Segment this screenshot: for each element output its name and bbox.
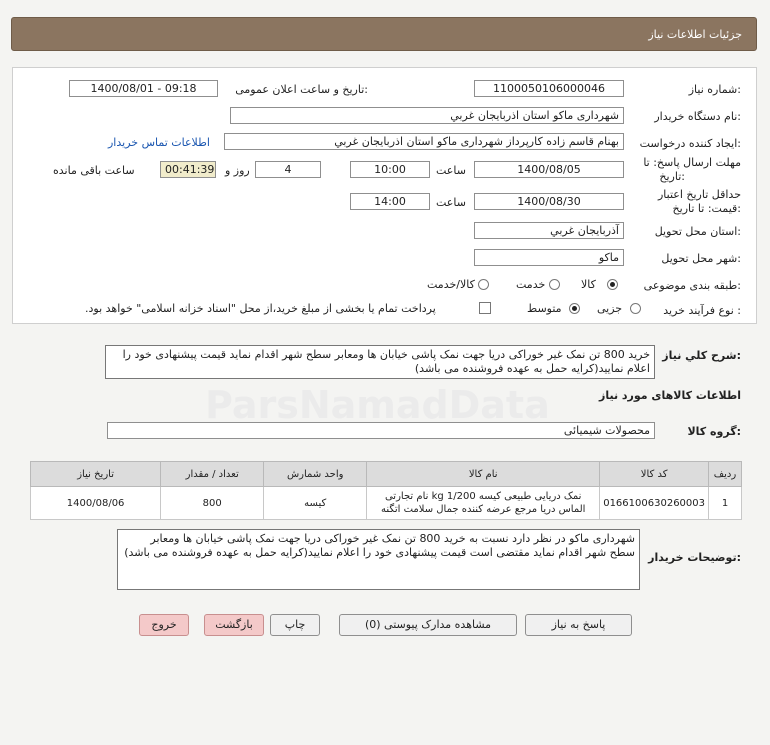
items-table: ردیف کد کالا نام کالا واحد شمارش تعداد /…	[29, 461, 742, 520]
validity-date-field: 1400/08/30	[474, 193, 624, 210]
goods-info-title: اطلاعات کالاهای مورد نیاز	[599, 389, 741, 402]
validity-label-line2: قیمت: تا تاریخ:	[672, 202, 741, 215]
validity-label-line1: حداقل تاریخ اعتبار	[657, 188, 741, 201]
col-date: تاریخ نیاز	[29, 461, 162, 487]
buyer-contact-link[interactable]: اطلاعات تماس خریدار	[108, 136, 210, 149]
category-option-goods-service: کالا/خدمت	[427, 278, 475, 291]
items-table-header: ردیف کد کالا نام کالا واحد شمارش تعداد /…	[29, 461, 742, 487]
need-number-field: 1100050106000046	[474, 80, 624, 97]
cell-date: 1400/08/06	[29, 486, 162, 520]
buyer-org-label: نام دستگاه خریدار:	[654, 110, 741, 123]
remaining-time-label: ساعت باقی مانده	[53, 164, 135, 177]
watermark: ParsNamadData	[205, 383, 550, 427]
col-row: ردیف	[708, 461, 742, 487]
goods-group-field: محصولات شیمیائی	[107, 422, 655, 439]
validity-time-field: 14:00	[350, 193, 430, 210]
city-field: ماکو	[474, 249, 624, 266]
page-title: جزئیات اطلاعات نیاز	[648, 28, 742, 41]
announce-field: 1400/08/01 - 09:18	[69, 80, 218, 97]
cell-row: 1	[708, 486, 742, 520]
col-name: نام کالا	[366, 461, 601, 487]
category-label: طبقه بندی موضوعی:	[643, 279, 741, 292]
view-attachments-button[interactable]: مشاهده مدارک پیوستی (0)	[339, 614, 517, 636]
reply-button[interactable]: پاسخ به نیاز	[525, 614, 632, 636]
deadline-time-label: ساعت	[436, 164, 466, 177]
need-number-label: شماره نیاز:	[688, 83, 741, 96]
province-label: استان محل تحویل:	[654, 225, 741, 238]
city-label: شهر محل تحویل:	[661, 252, 741, 265]
deadline-time-field: 10:00	[350, 161, 430, 178]
validity-time-label: ساعت	[436, 196, 466, 209]
category-radio-goods-service[interactable]	[478, 279, 489, 290]
province-field: آذربایجان غربي	[474, 222, 624, 239]
category-radio-goods[interactable]	[607, 279, 618, 290]
goods-group-label: گروه کالا:	[687, 425, 741, 438]
deadline-date-field: 1400/08/05	[474, 161, 624, 178]
cell-code: 0166100630260003	[599, 486, 709, 520]
col-unit: واحد شمارش	[263, 461, 368, 487]
description-text: خرید 800 تن نمک غیر خوراکی دریا جهت نمک …	[105, 345, 655, 379]
days-label: روز و	[225, 164, 250, 177]
exit-button[interactable]: خروج	[139, 614, 189, 636]
deadline-label-line1: مهلت ارسال پاسخ: تا	[643, 156, 741, 169]
print-button[interactable]: چاپ	[270, 614, 320, 636]
creator-field: بهنام قاسم زاده کارپرداز شهرداری ماکو اس…	[224, 133, 624, 150]
remaining-time-field: 00:41:39	[160, 161, 216, 178]
col-qty: تعداد / مقدار	[160, 461, 265, 487]
back-button[interactable]: بازگشت	[204, 614, 264, 636]
process-label: نوع فرآیند خرید :	[663, 304, 741, 317]
description-label: شرح کلي نياز:	[662, 349, 741, 362]
category-option-service: خدمت	[516, 278, 546, 291]
cell-qty: 800	[160, 486, 265, 520]
cell-unit: کیسه	[263, 486, 368, 520]
process-option-medium: متوسط	[527, 302, 562, 315]
treasury-payment-checkbox[interactable]	[479, 302, 491, 314]
cell-name: نمک دریایی طبیعی کیسه 1/200 kg نام تجارت…	[366, 486, 601, 520]
deadline-label-line2: تاریخ:	[659, 170, 685, 183]
process-radio-minor[interactable]	[630, 303, 641, 314]
buyer-notes-text: شهرداری ماکو در نظر دارد نسبت به خرید 80…	[117, 529, 640, 590]
process-radio-medium[interactable]	[569, 303, 580, 314]
announce-label: تاریخ و ساعت اعلان عمومی:	[235, 83, 368, 96]
process-option-minor: جزیی	[597, 302, 623, 315]
table-row: 1 0166100630260003 نمک دریایی طبیعی کیسه…	[29, 486, 742, 520]
col-code: کد کالا	[599, 461, 709, 487]
page-header: جزئیات اطلاعات نیاز	[11, 17, 757, 51]
category-radio-service[interactable]	[549, 279, 560, 290]
category-option-goods: کالا	[581, 278, 596, 291]
creator-label: ایجاد کننده درخواست:	[639, 137, 741, 150]
days-field: 4	[255, 161, 321, 178]
treasury-payment-note: پرداخت تمام یا بخشی از مبلغ خرید،از محل …	[85, 302, 436, 315]
buyer-org-field: شهرداری ماکو استان اذربایجان غربي	[230, 107, 624, 124]
buyer-notes-label: توضیحات خریدار:	[648, 551, 741, 564]
